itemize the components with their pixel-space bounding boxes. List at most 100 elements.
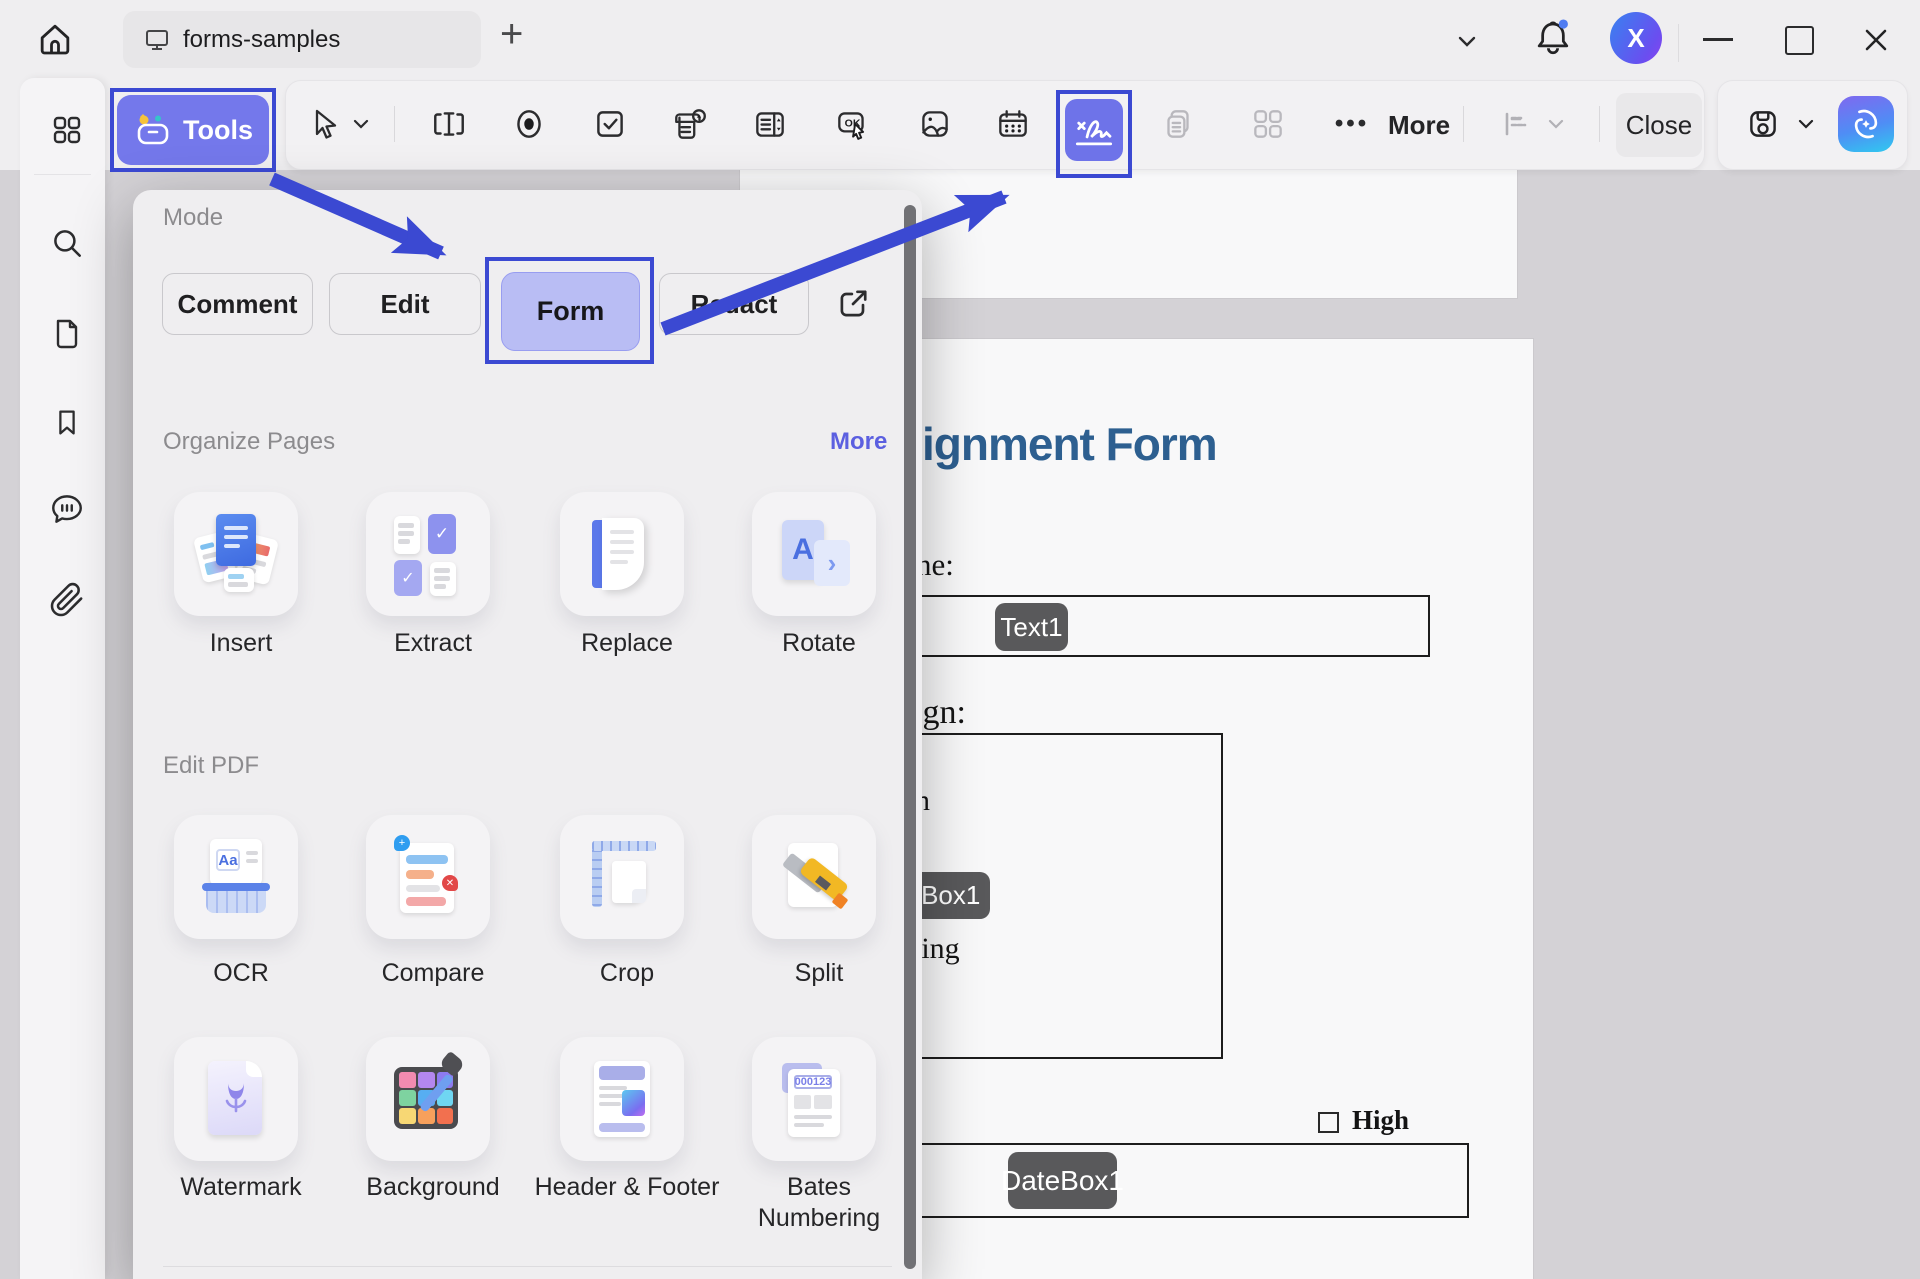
save-button[interactable] xyxy=(1743,104,1783,144)
new-tab-button[interactable]: + xyxy=(500,12,523,57)
list-box-field-button[interactable] xyxy=(750,104,790,144)
alignment-button[interactable] xyxy=(1497,104,1537,144)
form-title: ignment Form xyxy=(922,417,1217,471)
document-tab[interactable]: forms-samples xyxy=(123,11,481,68)
alignment-icon xyxy=(1499,106,1535,142)
rotate-tool[interactable]: A › xyxy=(752,492,876,616)
select-tool-button[interactable] xyxy=(303,104,343,144)
external-link-icon xyxy=(833,284,873,324)
tools-button[interactable]: Tools xyxy=(117,95,269,165)
duplicate-icon xyxy=(1159,105,1197,143)
open-mode-external-button[interactable] xyxy=(833,284,873,324)
bates-numbering-label: Bates Numbering xyxy=(724,1172,914,1235)
save-options-chevron[interactable] xyxy=(1793,104,1819,144)
split-label: Split xyxy=(724,958,914,989)
sidebar-item-panels[interactable] xyxy=(47,110,87,150)
watermark-tool[interactable] xyxy=(174,1037,298,1161)
save-floppy-icon xyxy=(1744,105,1782,143)
image-field-button[interactable] xyxy=(915,104,955,144)
combo-box-field-button[interactable] xyxy=(670,104,710,144)
text-field-button[interactable] xyxy=(429,104,469,144)
select-tool-chevron[interactable] xyxy=(348,104,374,144)
push-button-field-button[interactable]: OK xyxy=(832,104,872,144)
rotate-illustration: A › xyxy=(772,512,856,596)
chevron-down-icon xyxy=(350,113,372,135)
more-tools-label[interactable]: More xyxy=(1388,110,1450,141)
checkbox-icon xyxy=(591,105,629,143)
paperclip-icon xyxy=(49,582,85,618)
extract-illustration: ✓ ✓ xyxy=(386,512,470,596)
sidebar-item-attachments[interactable] xyxy=(47,580,87,620)
tulip-glyph xyxy=(220,1079,252,1119)
mode-edit-button[interactable]: Edit xyxy=(329,273,481,335)
background-tool[interactable] xyxy=(366,1037,490,1161)
rotate-label: Rotate xyxy=(724,628,914,659)
sidebar-item-bookmarks[interactable] xyxy=(47,402,87,442)
notification-dot xyxy=(1559,19,1568,28)
maximize-button[interactable] xyxy=(1785,26,1814,55)
edit-pdf-title: Edit PDF xyxy=(163,752,259,780)
mode-comment-button[interactable]: Comment xyxy=(162,273,313,335)
image-field-icon xyxy=(916,105,954,143)
ai-swirl-icon xyxy=(1844,102,1888,146)
watermark-label: Watermark xyxy=(146,1172,336,1203)
ocr-tool[interactable]: Aa xyxy=(174,815,298,939)
organize-pages-title: Organize Pages xyxy=(163,428,335,456)
toolbar-separator xyxy=(1599,106,1600,142)
chat-bubble-icon xyxy=(48,489,86,527)
close-window-button[interactable] xyxy=(1860,24,1892,56)
bates-numbering-tool[interactable]: 000123 xyxy=(752,1037,876,1161)
bookmark-icon xyxy=(50,405,84,439)
text-field-icon xyxy=(430,105,468,143)
left-sidebar xyxy=(20,78,105,1279)
page-icon xyxy=(49,314,85,350)
sidebar-item-search[interactable] xyxy=(47,223,87,263)
cursor-icon xyxy=(305,106,341,142)
panel-scrollbar[interactable] xyxy=(904,205,916,1269)
high-checkbox-label: High xyxy=(1352,1105,1409,1136)
insert-tool[interactable] xyxy=(174,492,298,616)
titlebar-chevron-down-icon[interactable] xyxy=(1452,26,1482,56)
extract-tool[interactable]: ✓ ✓ xyxy=(366,492,490,616)
checkbox-field-button[interactable] xyxy=(590,104,630,144)
insert-illustration xyxy=(194,512,278,596)
list-box-icon xyxy=(751,105,789,143)
close-form-mode-button[interactable]: Close xyxy=(1616,93,1702,157)
home-button[interactable] xyxy=(34,18,76,60)
avatar[interactable]: X xyxy=(1610,12,1662,64)
mode-redact-button[interactable]: Redact xyxy=(659,273,809,335)
duplicate-fields-button[interactable] xyxy=(1158,104,1198,144)
high-checkbox[interactable] xyxy=(1318,1112,1339,1133)
extract-label: Extract xyxy=(338,628,528,659)
date-field-button[interactable] xyxy=(993,104,1033,144)
split-tool[interactable] xyxy=(752,815,876,939)
replace-illustration xyxy=(580,512,664,596)
more-tools-dots[interactable]: ••• xyxy=(1322,104,1382,144)
background-label: Background xyxy=(338,1172,528,1203)
minimize-button[interactable] xyxy=(1703,38,1733,41)
replace-tool[interactable] xyxy=(560,492,684,616)
compare-tool[interactable]: + ✕ xyxy=(366,815,490,939)
sidebar-item-comments[interactable] xyxy=(47,488,87,528)
header-footer-label: Header & Footer xyxy=(532,1172,722,1203)
compare-illustration: + ✕ xyxy=(386,835,470,919)
crop-illustration xyxy=(580,835,664,919)
radio-button-field-button[interactable] xyxy=(509,104,549,144)
tools-button-label: Tools xyxy=(183,115,253,146)
title-bar: forms-samples + X xyxy=(0,0,1920,78)
sidebar-item-pages[interactable] xyxy=(47,312,87,352)
background-illustration xyxy=(386,1057,470,1141)
crop-tool[interactable] xyxy=(560,815,684,939)
replace-label: Replace xyxy=(532,628,722,659)
organize-more-link[interactable]: More xyxy=(830,428,887,456)
header-footer-tool[interactable] xyxy=(560,1037,684,1161)
text-field-badge: Text1 xyxy=(995,603,1068,651)
mode-form-button[interactable]: Form xyxy=(501,272,640,351)
ai-assistant-button[interactable] xyxy=(1838,96,1894,152)
insert-label: Insert xyxy=(146,628,336,659)
arrange-fields-button[interactable] xyxy=(1248,104,1288,144)
split-illustration xyxy=(772,835,856,919)
calendar-icon xyxy=(994,105,1032,143)
alignment-chevron[interactable] xyxy=(1543,104,1569,144)
notifications-button[interactable] xyxy=(1530,14,1576,64)
